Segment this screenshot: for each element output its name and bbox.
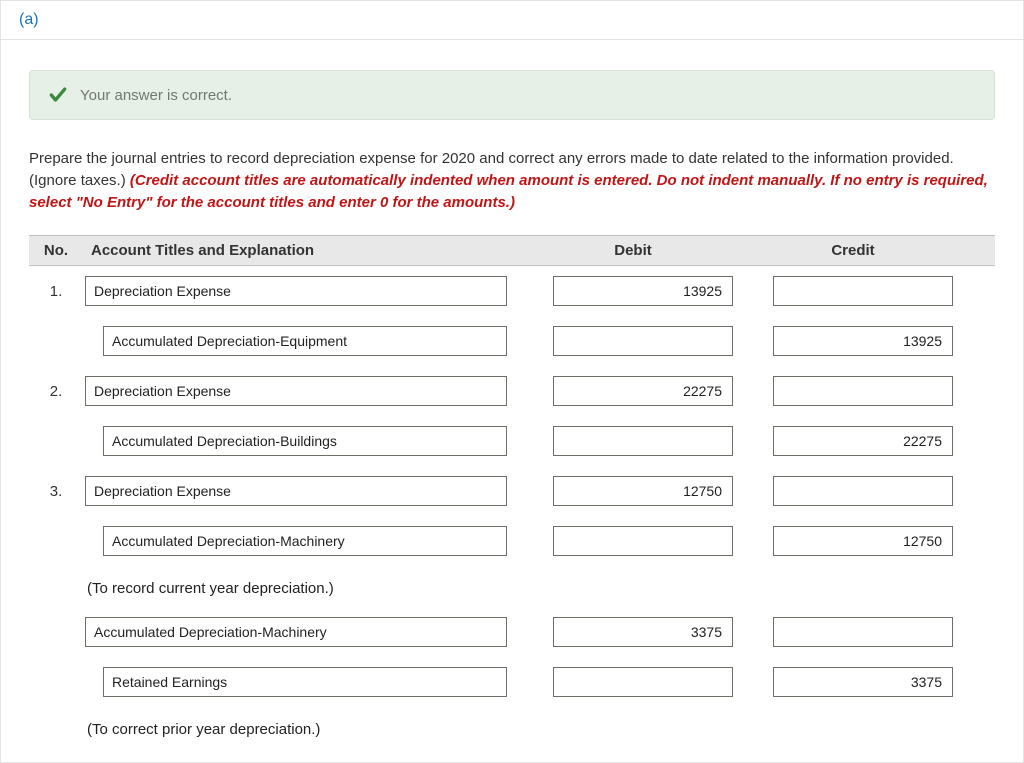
row-number	[29, 722, 83, 734]
table-row	[29, 316, 995, 366]
debit-cell	[523, 613, 743, 651]
account-cell	[83, 613, 523, 651]
debit-input[interactable]	[553, 276, 733, 306]
table-row: 1.	[29, 266, 995, 316]
credit-input[interactable]	[773, 276, 953, 306]
account-title-input[interactable]	[103, 667, 507, 697]
row-number: 3.	[29, 477, 83, 506]
debit-input[interactable]	[553, 376, 733, 406]
table-header-row: No. Account Titles and Explanation Debit…	[29, 235, 995, 266]
row-number: 2.	[29, 377, 83, 406]
credit-input[interactable]	[773, 667, 953, 697]
account-title-input[interactable]	[103, 326, 507, 356]
credit-cell	[743, 663, 963, 701]
credit-input[interactable]	[773, 617, 953, 647]
part-label: (a)	[19, 11, 39, 28]
table-row: 3.	[29, 466, 995, 516]
credit-input[interactable]	[773, 326, 953, 356]
alert-message: Your answer is correct.	[80, 87, 232, 104]
row-number: 1.	[29, 277, 83, 306]
debit-cell	[523, 372, 743, 410]
debit-input[interactable]	[553, 667, 733, 697]
row-number	[29, 581, 83, 593]
col-credit: Credit	[743, 236, 963, 265]
debit-input[interactable]	[553, 617, 733, 647]
credit-cell	[743, 372, 963, 410]
account-cell: (To correct prior year depreciation.)	[83, 713, 523, 742]
debit-cell	[523, 272, 743, 310]
col-debit: Debit	[523, 236, 743, 265]
debit-cell	[523, 522, 743, 560]
debit-cell	[523, 422, 743, 460]
debit-cell	[523, 322, 743, 360]
question-content: Your answer is correct. Prepare the jour…	[1, 40, 1023, 762]
account-cell	[83, 372, 523, 410]
credit-cell	[743, 272, 963, 310]
col-account: Account Titles and Explanation	[83, 236, 523, 265]
account-cell	[83, 322, 523, 360]
table-row: (To correct prior year depreciation.)	[29, 707, 995, 748]
credit-input[interactable]	[773, 376, 953, 406]
table-row: 2.	[29, 366, 995, 416]
part-header: (a)	[1, 1, 1023, 40]
debit-cell	[523, 663, 743, 701]
correct-answer-alert: Your answer is correct.	[29, 70, 995, 120]
account-title-input[interactable]	[85, 376, 507, 406]
checkmark-icon	[48, 85, 68, 105]
row-number	[29, 435, 83, 447]
account-cell	[83, 472, 523, 510]
entry-caption: (To record current year depreciation.)	[85, 576, 517, 597]
question-panel: (a) Your answer is correct. Prepare the …	[0, 0, 1024, 763]
account-title-input[interactable]	[85, 276, 507, 306]
account-cell: (To record current year depreciation.)	[83, 572, 523, 601]
table-body: 1. 2. 3. (To record current year depreciati…	[29, 266, 995, 748]
table-row	[29, 516, 995, 566]
debit-input[interactable]	[553, 426, 733, 456]
credit-cell	[743, 472, 963, 510]
entry-caption: (To correct prior year depreciation.)	[85, 717, 517, 738]
table-row: (To record current year depreciation.)	[29, 566, 995, 607]
account-title-input[interactable]	[85, 617, 507, 647]
debit-input[interactable]	[553, 526, 733, 556]
account-cell	[83, 422, 523, 460]
account-title-input[interactable]	[103, 426, 507, 456]
credit-cell	[743, 422, 963, 460]
col-no: No.	[29, 236, 83, 265]
question-instructions: Prepare the journal entries to record de…	[29, 148, 995, 213]
credit-input[interactable]	[773, 426, 953, 456]
row-number	[29, 335, 83, 347]
table-row	[29, 607, 995, 657]
account-cell	[83, 522, 523, 560]
row-number	[29, 626, 83, 638]
table-row	[29, 416, 995, 466]
journal-entry-table: No. Account Titles and Explanation Debit…	[29, 235, 995, 748]
row-number	[29, 676, 83, 688]
debit-input[interactable]	[553, 326, 733, 356]
credit-cell	[743, 522, 963, 560]
credit-cell	[743, 322, 963, 360]
account-title-input[interactable]	[103, 526, 507, 556]
credit-cell	[743, 613, 963, 651]
credit-input[interactable]	[773, 526, 953, 556]
debit-input[interactable]	[553, 476, 733, 506]
account-cell	[83, 272, 523, 310]
debit-cell	[523, 472, 743, 510]
table-row	[29, 657, 995, 707]
instruction-note: (Credit account titles are automatically…	[29, 172, 988, 211]
credit-input[interactable]	[773, 476, 953, 506]
account-cell	[83, 663, 523, 701]
row-number	[29, 535, 83, 547]
account-title-input[interactable]	[85, 476, 507, 506]
